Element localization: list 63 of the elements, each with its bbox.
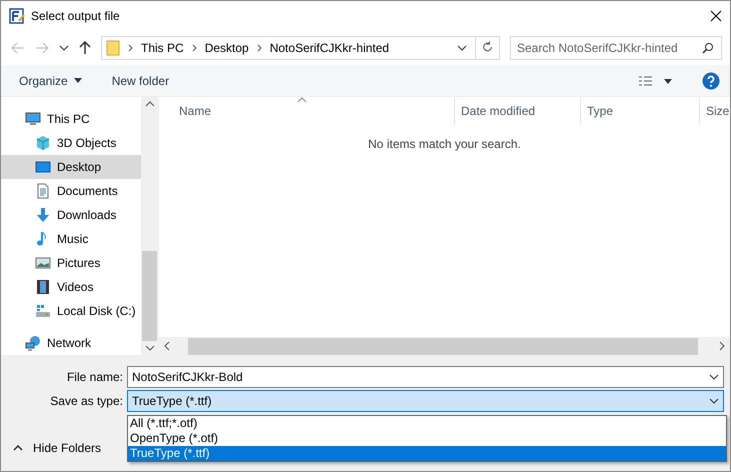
sidebar-item[interactable]: Network (1, 331, 141, 355)
column-header[interactable]: Date modified (454, 97, 580, 125)
sidebar-item[interactable]: 3D Objects (1, 131, 141, 155)
network-icon (25, 335, 41, 351)
address-bar[interactable]: This PC Desktop NotoSerifCJKkr-hinted (101, 36, 500, 60)
chevron-icon (256, 44, 262, 52)
empty-message: No items match your search. (368, 137, 521, 153)
dropdown-option[interactable]: All (*.ttf;*.otf) (128, 416, 726, 431)
new-folder-button[interactable]: New folder (112, 74, 170, 88)
file-type-dropdown[interactable]: TrueType (*.ttf) (127, 390, 724, 412)
close-icon[interactable] (710, 10, 722, 22)
drive-icon (35, 303, 51, 319)
scroll-left-icon[interactable] (163, 341, 171, 351)
scroll-right-icon[interactable] (718, 341, 726, 351)
field-value: TrueType (*.ttf) (132, 394, 212, 408)
help-icon[interactable] (702, 72, 720, 90)
column-header[interactable]: Size (699, 97, 730, 125)
sidebar-item[interactable]: Videos (1, 275, 141, 299)
view-options-icon[interactable] (638, 74, 672, 86)
window-title: Select output file (31, 9, 121, 23)
picture-icon (35, 255, 51, 271)
breadcrumb[interactable]: This PC (141, 41, 184, 55)
dropdown-chevron-icon (709, 398, 719, 404)
chevron-icon (192, 44, 197, 52)
dropdown-chevron-icon (709, 374, 719, 380)
horizontal-scrollbar[interactable] (159, 337, 730, 355)
sidebar-item[interactable]: This PC (1, 107, 141, 131)
field-label: Save as type: (49, 394, 124, 408)
sidebar-item[interactable]: Desktop (1, 155, 141, 179)
dropdown-chevron-icon (59, 45, 69, 51)
sort-caret-icon (298, 97, 306, 102)
sidebar-item[interactable]: Documents (1, 179, 141, 203)
sidebar-item[interactable]: Music (1, 227, 141, 251)
chevron-icon (128, 44, 133, 52)
field-value: NotoSerifCJKkr-Bold (132, 370, 243, 384)
cube-icon (35, 135, 51, 151)
sidebar-item[interactable]: Pictures (1, 251, 141, 275)
chevron-up-icon (13, 445, 23, 451)
desktop-icon (35, 159, 51, 175)
download-icon (35, 207, 51, 223)
column-header[interactable]: Name (179, 97, 454, 125)
hide-folders-button[interactable]: Hide Folders (13, 441, 102, 455)
app-icon (9, 8, 25, 24)
breadcrumb[interactable]: Desktop (204, 41, 249, 55)
dropdown-option[interactable]: OpenType (*.otf) (128, 431, 726, 446)
search-icon (702, 42, 714, 54)
folder-icon (106, 40, 120, 56)
dropdown-chevron-icon (457, 45, 467, 51)
vertical-scrollbar[interactable] (141, 97, 158, 355)
caret-icon (74, 78, 82, 83)
search-field[interactable]: Search NotoSerifCJKkr-hinted (510, 36, 722, 60)
up-arrow-icon[interactable] (79, 41, 91, 55)
column-header[interactable]: Type (580, 97, 699, 125)
dropdown-option[interactable]: TrueType (*.ttf) (128, 446, 726, 461)
computer-icon (25, 111, 41, 127)
sidebar-item[interactable]: Downloads (1, 203, 141, 227)
field-label: File name: (66, 370, 124, 384)
document-icon (35, 183, 51, 199)
film-icon (35, 279, 51, 295)
organize-button[interactable]: Organize (19, 74, 82, 88)
breadcrumb[interactable]: NotoSerifCJKkr-hinted (270, 41, 390, 55)
sidebar-item[interactable]: Local Disk (C:) (1, 299, 141, 323)
file-name-field[interactable]: NotoSerifCJKkr-Bold (127, 366, 724, 388)
